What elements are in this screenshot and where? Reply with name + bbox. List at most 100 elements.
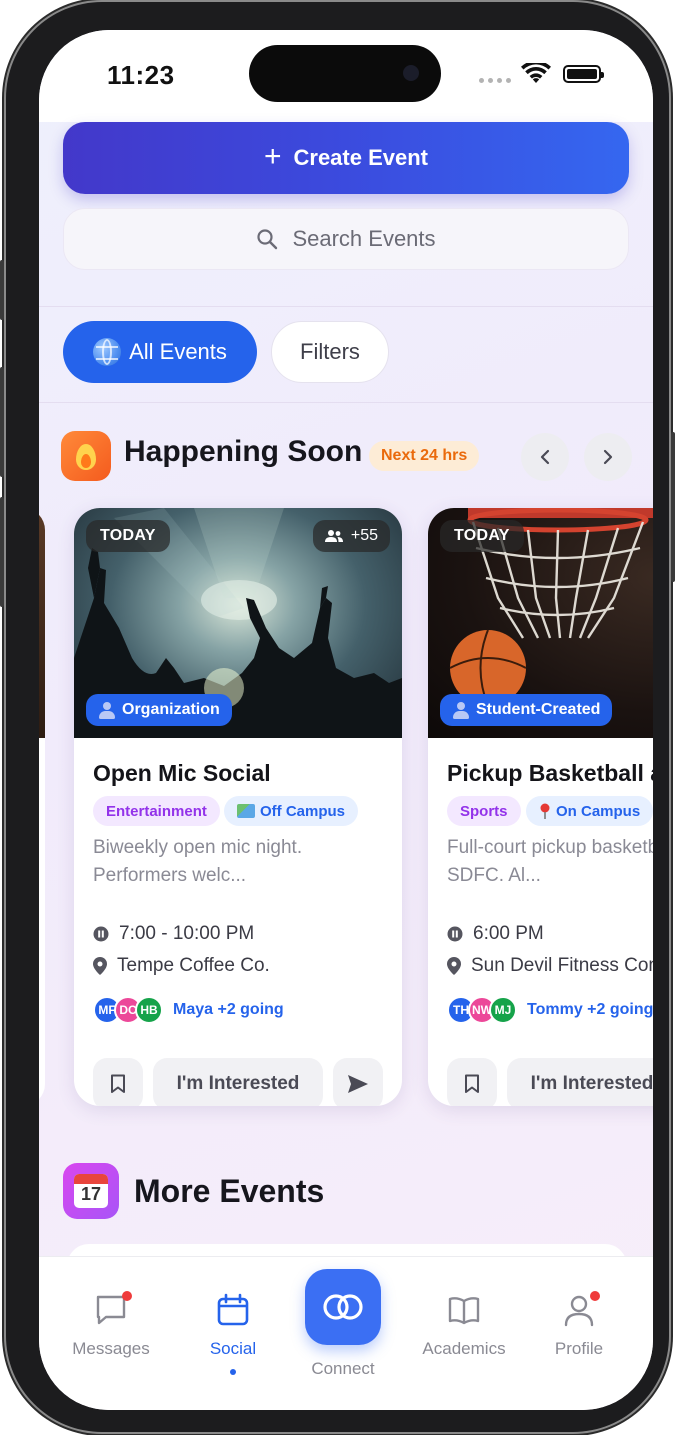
attendees-row[interactable]: TH NW MJ Tommy +2 going xyxy=(447,996,653,1024)
event-time: 7:00 - 10:00 PM xyxy=(119,923,255,944)
fire-icon xyxy=(61,431,111,481)
location-type-label: Off Campus xyxy=(260,802,346,820)
bookmark-button[interactable] xyxy=(93,1058,143,1106)
search-placeholder: Search Events xyxy=(292,226,436,251)
tab-social[interactable]: Social xyxy=(178,1293,288,1375)
event-image-concert: TODAY +55 Organization xyxy=(74,508,402,738)
status-bar: 11:23 xyxy=(39,30,653,122)
going-count: Maya +2 going xyxy=(173,1001,284,1018)
next-24hrs-badge: Next 24 hrs xyxy=(369,441,480,471)
phone-frame: 11:23 + Create Event Search Events All E… xyxy=(0,2,675,1432)
people-icon xyxy=(324,530,343,542)
event-venue: Sun Devil Fitness Complex xyxy=(471,955,653,976)
dynamic-island xyxy=(249,45,441,102)
location-type-tag: Off Campus xyxy=(224,796,359,826)
connect-button[interactable] xyxy=(305,1269,381,1345)
location-type-label: On Campus xyxy=(556,802,641,820)
event-title: Pickup Basketball at SDFC xyxy=(447,760,653,786)
avatar: MJ xyxy=(489,996,517,1024)
tab-messages[interactable]: Messages xyxy=(56,1291,166,1359)
event-time-row: 7:00 - 10:00 PM xyxy=(93,920,254,948)
map-icon xyxy=(237,804,255,818)
event-time: 6:00 PM xyxy=(473,923,544,944)
share-button[interactable] xyxy=(333,1058,383,1106)
tab-label: Social xyxy=(209,1339,257,1358)
event-venue: Tempe Coffee Co. xyxy=(117,955,270,976)
bookmark-button[interactable] xyxy=(447,1058,497,1106)
notification-dot xyxy=(590,1291,600,1301)
filters-chip[interactable]: Filters xyxy=(271,321,389,383)
category-tag: Entertainment xyxy=(93,796,220,826)
wifi-icon xyxy=(521,63,551,83)
creator-type-label: Organization xyxy=(122,701,220,718)
carousel-prev-button[interactable] xyxy=(521,433,569,481)
power-button xyxy=(671,432,675,582)
today-badge: TODAY xyxy=(440,520,524,552)
search-events-input[interactable]: Search Events xyxy=(63,208,629,270)
creator-type-label: Student-Created xyxy=(476,701,601,718)
going-count: Tommy +2 going xyxy=(527,1001,653,1018)
tab-label: Messages xyxy=(72,1339,150,1358)
interested-button[interactable]: I'm Interested xyxy=(153,1058,323,1106)
attendee-count: +55 xyxy=(350,527,378,544)
tab-connect-label[interactable]: Connect xyxy=(293,1359,393,1379)
divider xyxy=(39,306,653,307)
plus-icon: + xyxy=(263,139,282,173)
person-icon xyxy=(452,701,470,719)
interested-button[interactable]: I'm Interested xyxy=(507,1058,653,1106)
attendees-row[interactable]: MF DC HB Maya +2 going xyxy=(93,996,284,1024)
location-pin-icon xyxy=(447,957,461,975)
calendar-icon: 17 xyxy=(63,1163,119,1219)
location-pin-icon xyxy=(93,957,107,975)
active-tab-indicator xyxy=(230,1369,236,1375)
battery-icon xyxy=(563,65,604,83)
clock-icon xyxy=(447,926,463,942)
globe-icon xyxy=(93,338,122,366)
tab-bar: Messages Social Connect Academics Profil… xyxy=(39,1256,653,1410)
connect-rings-icon xyxy=(323,1294,363,1320)
section-title-happening-soon: Happening Soon xyxy=(124,435,363,468)
event-venue-row: Tempe Coffee Co. xyxy=(93,952,270,980)
event-image-basketball: TODAY Student-Created xyxy=(428,508,653,738)
category-tag: Sports xyxy=(447,796,521,826)
send-icon xyxy=(348,1075,368,1093)
clock-icon xyxy=(93,926,109,942)
bookmark-icon xyxy=(465,1074,479,1093)
event-title: Open Mic Social xyxy=(93,760,271,786)
creator-type-badge: Organization xyxy=(86,694,232,726)
chevron-right-icon xyxy=(603,449,613,465)
create-event-button[interactable]: + Create Event xyxy=(63,122,629,194)
location-type-tag: On Campus xyxy=(526,796,653,826)
bookmark-icon xyxy=(111,1074,125,1093)
camera-icon xyxy=(403,65,419,81)
all-events-label: All Events xyxy=(129,339,227,364)
event-card[interactable]: TODAY Student-Created Pickup Basketball … xyxy=(428,508,653,1106)
carousel-next-button[interactable] xyxy=(584,433,632,481)
calendar-day: 17 xyxy=(80,1184,102,1204)
create-event-label: Create Event xyxy=(293,145,429,170)
book-icon xyxy=(448,1297,480,1325)
avatar: HB xyxy=(135,996,163,1024)
person-icon xyxy=(98,701,116,719)
event-card[interactable]: TODAY +55 Organization Open Mic Social E… xyxy=(74,508,402,1106)
tab-label: Profile xyxy=(554,1339,604,1358)
all-events-chip[interactable]: All Events xyxy=(63,321,257,383)
tab-label: Academics xyxy=(422,1339,506,1358)
event-time-row: 6:00 PM xyxy=(447,920,544,948)
status-time: 11:23 xyxy=(107,60,175,90)
signal-icon xyxy=(479,78,511,83)
app-screen: 11:23 + Create Event Search Events All E… xyxy=(39,30,653,1410)
chevron-left-icon xyxy=(540,449,550,465)
section-title-more-events: More Events xyxy=(134,1173,325,1209)
filters-label: Filters xyxy=(300,339,360,364)
event-venue-row: Sun Devil Fitness Complex xyxy=(447,952,653,980)
calendar-tab-icon xyxy=(217,1293,249,1326)
previous-card-edge xyxy=(39,508,45,1106)
tab-academics[interactable]: Academics xyxy=(409,1293,519,1359)
notification-dot xyxy=(122,1291,132,1301)
tab-profile[interactable]: Profile xyxy=(524,1291,634,1359)
today-badge: TODAY xyxy=(86,520,170,552)
event-description: Full-court pickup basketball at SDFC. Al… xyxy=(447,837,653,886)
event-description: Biweekly open mic night. Performers welc… xyxy=(93,837,303,886)
search-icon xyxy=(257,229,278,250)
